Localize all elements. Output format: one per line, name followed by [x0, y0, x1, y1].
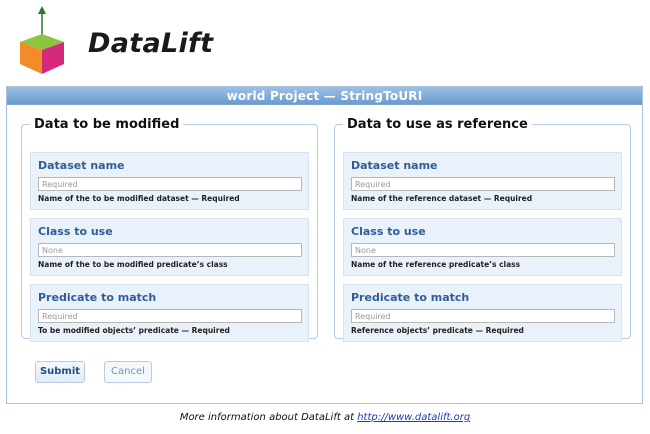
field-hint: Name of the to be modified predicate’s c… [38, 260, 228, 269]
submit-button[interactable]: Submit [35, 361, 85, 383]
field-label: Predicate to match [351, 291, 470, 304]
footer-text: More information about DataLift at [179, 412, 358, 423]
predicate-modified-input[interactable] [38, 309, 302, 323]
field-class-reference: Class to use Name of the reference predi… [343, 218, 622, 276]
field-label: Class to use [38, 225, 113, 238]
field-class-modified: Class to use Name of the to be modified … [30, 218, 309, 276]
field-dataset-name-reference: Dataset name Name of the reference datas… [343, 152, 622, 210]
field-label: Dataset name [38, 159, 125, 172]
field-label: Predicate to match [38, 291, 157, 304]
field-label: Class to use [351, 225, 426, 238]
field-predicate-reference: Predicate to match Reference objects’ pr… [343, 284, 622, 342]
predicate-reference-input[interactable] [351, 309, 615, 323]
field-dataset-name-modified: Dataset name Name of the to be modified … [30, 152, 309, 210]
datalift-cube-icon [20, 6, 64, 74]
dataset-name-modified-input[interactable] [38, 177, 302, 191]
data-to-use-as-reference-group: Data to use as reference Dataset name Na… [334, 117, 631, 342]
footer-info: More information about DataLift at http:… [0, 412, 650, 423]
class-reference-input[interactable] [351, 243, 615, 257]
group-legend: Data to be modified [34, 117, 180, 132]
field-hint: To be modified objects’ predicate — Requ… [38, 326, 230, 335]
field-hint: Name of the reference dataset — Required [351, 194, 533, 203]
field-hint: Reference objects’ predicate — Required [351, 326, 524, 335]
field-hint: Name of the to be modified dataset — Req… [38, 194, 240, 203]
stringtouri-panel: world Project — StringToURI Data to be m… [6, 86, 643, 404]
field-predicate-modified: Predicate to match To be modified object… [30, 284, 309, 342]
field-label: Dataset name [351, 159, 438, 172]
group-legend: Data to use as reference [347, 117, 528, 132]
brand-name: DataLift [88, 28, 214, 59]
datalift-website-link[interactable]: http://www.datalift.org [357, 412, 470, 423]
class-modified-input[interactable] [38, 243, 302, 257]
dataset-name-reference-input[interactable] [351, 177, 615, 191]
datalift-logo: DataLift [14, 6, 213, 78]
field-hint: Name of the reference predicate’s class [351, 260, 521, 269]
cancel-button[interactable]: Cancel [104, 361, 152, 383]
panel-title: world Project — StringToURI [7, 87, 642, 105]
data-to-be-modified-group: Data to be modified Dataset name Name of… [21, 117, 318, 342]
